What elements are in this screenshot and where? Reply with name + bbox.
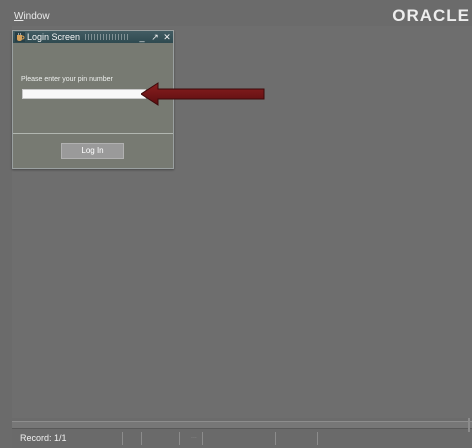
status-cell-divider [122, 432, 123, 445]
record-status: Record: 1/1 [20, 433, 67, 443]
oracle-coffee-cup-icon [15, 32, 25, 42]
pin-prompt-label: Please enter your pin number [21, 76, 113, 83]
status-bar: Record: 1/1 ... [12, 421, 472, 448]
status-cell-divider [179, 432, 180, 445]
login-dialog-title-bar[interactable]: Login Screen _ ↗ ✕ [13, 31, 173, 43]
menu-bar: Window ORACLE [0, 0, 472, 26]
status-cell-divider [202, 432, 203, 445]
oracle-forms-app: Window ORACLE Login Screen _ ↗ ✕ Please … [0, 0, 472, 448]
login-dialog-title: Login Screen [27, 32, 81, 42]
left-arrow-icon [141, 82, 265, 106]
oracle-logo: ORACLE [392, 6, 470, 25]
menu-window-label: indow [23, 11, 50, 22]
minimize-button[interactable]: _ [137, 32, 147, 42]
close-button[interactable]: ✕ [162, 32, 172, 42]
title-bar-hatch [85, 34, 129, 40]
maximize-button[interactable]: ↗ [150, 32, 160, 42]
status-cell-divider [141, 432, 142, 445]
status-groove [12, 421, 472, 429]
dialog-separator [13, 133, 173, 134]
menu-window[interactable]: Window [14, 11, 50, 22]
status-cell-divider [275, 432, 276, 445]
status-cell-divider [317, 432, 318, 445]
login-button[interactable]: Log In [61, 143, 124, 159]
lov-indicator: ... [191, 433, 197, 440]
pin-input[interactable] [22, 89, 146, 99]
right-edge-marker [468, 418, 470, 432]
